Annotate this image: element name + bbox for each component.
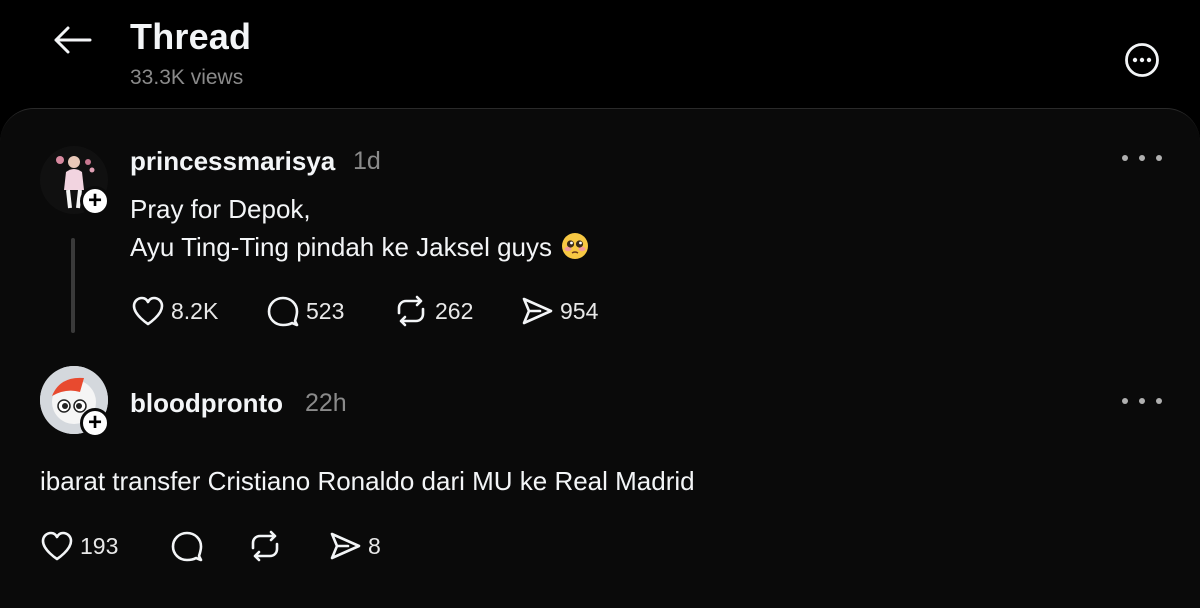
reply-button[interactable]: 523: [266, 295, 344, 327]
like-count: 8.2K: [171, 297, 219, 324]
reply-button[interactable]: [170, 530, 210, 562]
follow-plus-button[interactable]: +: [80, 408, 110, 438]
like-button[interactable]: 193: [40, 530, 118, 562]
heart-icon: [132, 296, 164, 326]
post-username[interactable]: bloodpronto: [130, 388, 283, 419]
heart-icon: [41, 531, 73, 561]
more-options-button[interactable]: [1124, 42, 1160, 78]
dot-icon: [1139, 398, 1145, 404]
post-text-line-2: Ayu Ting-Ting pindah ke Jaksel guys: [130, 228, 590, 266]
repost-count: 262: [435, 297, 474, 324]
repost-icon: [251, 530, 279, 562]
post-text-content: Ayu Ting-Ting pindah ke Jaksel guys: [130, 232, 553, 262]
share-button[interactable]: 8: [328, 530, 381, 562]
share-count: 8: [368, 532, 381, 559]
like-count: 193: [80, 532, 119, 559]
post-timestamp[interactable]: 22h: [305, 389, 347, 418]
arrow-left-icon: [54, 26, 92, 54]
dot-icon: [1156, 398, 1162, 404]
like-button[interactable]: 8.2K: [131, 295, 218, 327]
page-title: Thread: [130, 16, 252, 57]
post-more-button[interactable]: [1122, 148, 1162, 168]
back-button[interactable]: [48, 22, 96, 58]
view-count: 33.3K views: [130, 66, 244, 89]
dot-icon: [1122, 155, 1128, 161]
dot-icon: [1156, 155, 1162, 161]
pleading-face-emoji: [562, 233, 589, 260]
repost-button[interactable]: [247, 530, 289, 562]
post-timestamp[interactable]: 1d: [353, 147, 381, 176]
post-more-button[interactable]: [1122, 391, 1162, 411]
follow-plus-button[interactable]: +: [80, 186, 110, 216]
share-count: 954: [560, 297, 599, 324]
share-button[interactable]: 954: [520, 295, 598, 327]
thread-header: Thread 33.3K views: [0, 0, 1200, 108]
reply-count: 523: [306, 297, 345, 324]
send-icon: [330, 532, 361, 560]
comment-icon: [171, 531, 203, 562]
dot-icon: [1122, 398, 1128, 404]
more-circle-icon: [1125, 43, 1159, 77]
post-text: ibarat transfer Cristiano Ronaldo dari M…: [40, 466, 695, 496]
repost-button[interactable]: 262: [393, 295, 473, 327]
send-icon: [522, 297, 553, 325]
post-username[interactable]: princessmarisya: [130, 146, 335, 177]
comment-icon: [267, 296, 299, 327]
thread-connector-line: [71, 238, 75, 333]
repost-icon: [397, 295, 425, 327]
post-text-line-1: Pray for Depok,: [130, 194, 311, 224]
dot-icon: [1139, 155, 1145, 161]
